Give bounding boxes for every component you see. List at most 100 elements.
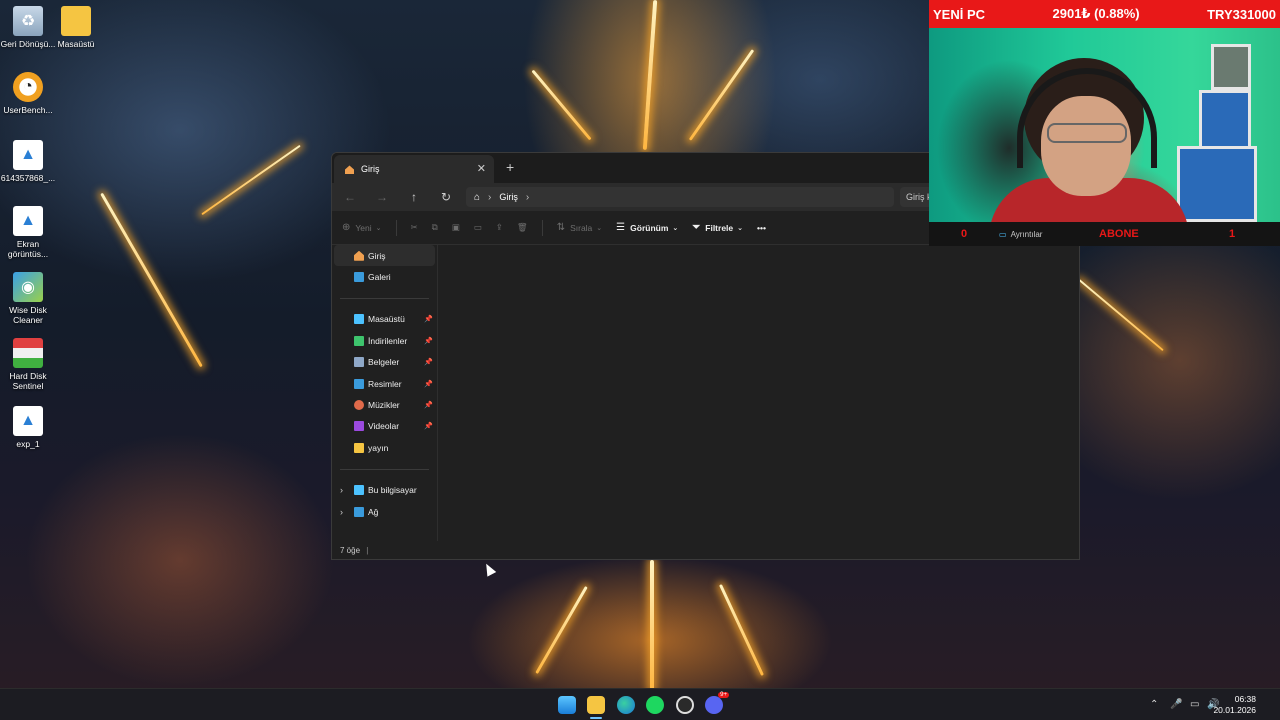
gallery-icon bbox=[354, 272, 364, 283]
desktop-icon-exp-1[interactable]: ▲ exp_1 bbox=[0, 406, 56, 449]
overlay-counter-left: 0 bbox=[960, 228, 968, 240]
copy-icon[interactable]: ⧉ bbox=[432, 222, 438, 233]
folder-icon bbox=[61, 6, 91, 36]
recycle-bin-icon: ♻ bbox=[13, 6, 43, 36]
overlay-goal: TRY331000 bbox=[1207, 6, 1276, 22]
poster-image bbox=[1211, 44, 1251, 90]
divider bbox=[395, 219, 397, 236]
divider bbox=[541, 219, 543, 236]
stream-overlay-bottom-bar: 0 ▭ Ayrıntılar ABONE 1 bbox=[929, 222, 1280, 246]
sidebar-divider bbox=[340, 468, 429, 470]
desktop-icon-masaustu[interactable]: Masaüstü bbox=[48, 6, 104, 49]
chevron-down-icon: ⌄ bbox=[375, 224, 382, 232]
display-icon[interactable]: ▭ bbox=[1190, 699, 1199, 710]
edge-icon[interactable] bbox=[617, 696, 635, 714]
desktop-icon-hard-disk-sentinel[interactable]: Hard Disk Sentinel bbox=[0, 338, 56, 391]
sidebar-item-belgeler[interactable]: Belgeler 📌 bbox=[332, 352, 437, 373]
plus-circle-icon: ⊕ bbox=[342, 222, 351, 233]
pin-icon[interactable]: 📌 bbox=[424, 315, 433, 323]
notification-badge: 9+ bbox=[718, 692, 729, 698]
desktop-icon-image-file-1[interactable]: ▲ 614357868_... bbox=[0, 140, 56, 183]
tab-giris[interactable]: Giriş ✕ bbox=[334, 155, 494, 183]
delete-icon[interactable]: 🗑 bbox=[517, 222, 528, 233]
chevron-right-icon[interactable]: › bbox=[340, 485, 343, 495]
tray-overflow-icon[interactable]: ⌃ bbox=[1150, 699, 1158, 710]
details-button[interactable]: ▭ Ayrıntılar bbox=[999, 230, 1099, 239]
tab-label: Giriş bbox=[361, 164, 380, 174]
forward-arrow-icon[interactable]: → bbox=[366, 190, 398, 204]
paste-icon[interactable]: ▣ bbox=[452, 222, 460, 233]
music-icon bbox=[354, 400, 364, 411]
sidebar-item-masaustu[interactable]: Masaüstü 📌 bbox=[332, 309, 437, 330]
this-pc-icon bbox=[354, 485, 364, 496]
home-icon: ⌂ bbox=[474, 191, 481, 203]
overlay-donation-amount: 2901₺ (0.88%) bbox=[1052, 6, 1140, 21]
more-options-button[interactable]: ••• bbox=[757, 223, 766, 233]
cut-icon[interactable]: ✂ bbox=[411, 222, 418, 233]
new-button[interactable]: ⊕ Yeni ⌄ bbox=[342, 222, 382, 233]
downloads-icon bbox=[354, 335, 364, 346]
mouse-cursor bbox=[481, 561, 497, 577]
image-file-icon: ▲ bbox=[13, 140, 43, 170]
sort-button[interactable]: ⇅ Sırala ⌄ bbox=[557, 222, 602, 233]
videos-icon bbox=[354, 421, 364, 432]
pin-icon[interactable]: 📌 bbox=[424, 422, 433, 430]
breadcrumb-chevron-icon[interactable]: › bbox=[526, 192, 529, 203]
sidebar-item-giris[interactable]: Giriş bbox=[334, 245, 435, 267]
desktop-icon-userbench[interactable]: ◔ UserBench... bbox=[0, 72, 56, 115]
back-arrow-icon[interactable]: ← bbox=[334, 190, 366, 204]
file-explorer-icon[interactable] bbox=[587, 696, 605, 714]
start-icon[interactable] bbox=[558, 696, 576, 714]
up-arrow-icon[interactable]: ↑ bbox=[398, 190, 430, 204]
pin-icon[interactable]: 📌 bbox=[424, 380, 433, 388]
poster-image bbox=[1177, 146, 1257, 222]
obs-icon[interactable] bbox=[676, 696, 694, 714]
chevron-down-icon: ⌄ bbox=[737, 224, 744, 232]
breadcrumb[interactable]: Giriş bbox=[499, 192, 518, 202]
folder-icon bbox=[354, 442, 364, 453]
overlay-subscriber-label: ABONE bbox=[1099, 228, 1139, 240]
home-icon bbox=[344, 164, 355, 175]
view-button[interactable]: ☰ Görünüm ⌄ bbox=[616, 222, 678, 233]
sidebar-item-ag[interactable]: › Ağ bbox=[332, 501, 437, 522]
hard-disk-sentinel-icon bbox=[13, 338, 43, 368]
active-app-indicator bbox=[590, 717, 602, 719]
wise-disk-cleaner-icon: ◉ bbox=[13, 272, 43, 302]
pin-icon[interactable]: 📌 bbox=[424, 401, 433, 409]
sidebar-item-muzikler[interactable]: Müzikler 📌 bbox=[332, 394, 437, 415]
desktop-folder-icon bbox=[354, 314, 364, 325]
pin-icon[interactable]: 📌 bbox=[424, 337, 433, 345]
details-icon: ▭ bbox=[999, 229, 1007, 239]
pictures-icon bbox=[354, 378, 364, 389]
image-file-icon: ▲ bbox=[13, 406, 43, 436]
rename-icon[interactable]: ▭ bbox=[474, 222, 482, 233]
sidebar-item-videolar[interactable]: Videolar 📌 bbox=[332, 416, 437, 437]
chevron-right-icon[interactable]: › bbox=[340, 507, 343, 517]
desktop-icon-screenshot[interactable]: ▲ Ekran görüntüs... bbox=[0, 206, 56, 259]
tab-close-button[interactable]: ✕ bbox=[477, 162, 486, 175]
status-bar: 7 öğe | bbox=[340, 546, 368, 555]
sidebar-item-bu-bilgisayar[interactable]: › Bu bilgisayar bbox=[332, 480, 437, 501]
microphone-icon[interactable]: 🎤 bbox=[1170, 699, 1182, 710]
filter-button[interactable]: ⏷ Filtrele ⌄ bbox=[692, 222, 743, 233]
chevron-down-icon: ⌄ bbox=[596, 224, 603, 232]
sort-icon: ⇅ bbox=[556, 222, 566, 233]
share-icon[interactable]: ⇪ bbox=[496, 222, 503, 233]
sidebar-item-galeri[interactable]: Galeri bbox=[332, 266, 437, 287]
sidebar-item-indirilenler[interactable]: İndirilenler 📌 bbox=[332, 330, 437, 351]
status-divider: | bbox=[366, 546, 369, 555]
refresh-icon[interactable]: ↻ bbox=[430, 190, 462, 204]
sidebar-item-yayin[interactable]: yayın bbox=[332, 437, 437, 458]
new-tab-button[interactable]: + bbox=[506, 159, 514, 175]
breadcrumb-separator-icon: › bbox=[488, 191, 492, 203]
filter-icon: ⏷ bbox=[692, 222, 701, 233]
spotify-icon[interactable] bbox=[646, 696, 664, 714]
clock[interactable]: 06:38 20.01.2026 bbox=[1213, 694, 1256, 716]
discord-icon[interactable]: 9+ bbox=[705, 692, 729, 714]
poster-image bbox=[1199, 90, 1251, 150]
sidebar-item-resimler[interactable]: Resimler 📌 bbox=[332, 373, 437, 394]
overlay-subscriber-count: 1 bbox=[1229, 228, 1236, 240]
address-bar[interactable]: ⌂ › Giriş › bbox=[466, 187, 894, 207]
desktop-icon-wise-disk-cleaner[interactable]: ◉ Wise Disk Cleaner bbox=[0, 272, 56, 325]
pin-icon[interactable]: 📌 bbox=[424, 358, 433, 366]
